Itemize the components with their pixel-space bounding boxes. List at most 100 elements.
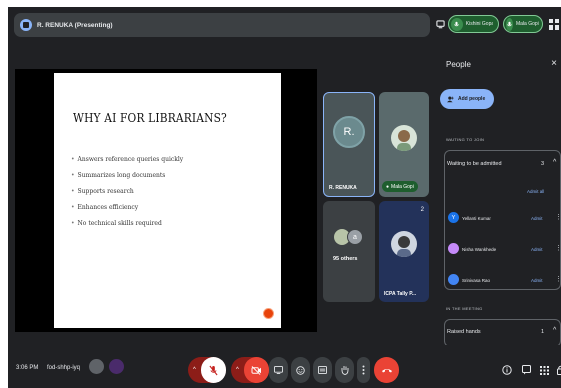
meeting-code: fod-shhp-iyq (47, 365, 81, 371)
end-call-button[interactable] (374, 357, 399, 383)
admit-button[interactable]: Admit (531, 247, 543, 252)
panel-title: People (446, 60, 471, 69)
slide-bullet-text: Supports research (77, 188, 134, 195)
captions-button[interactable] (313, 357, 332, 383)
bullet-glyph: • (71, 220, 75, 227)
avatar (391, 125, 417, 151)
speaker-chip-2[interactable]: Mala Gopi (503, 15, 543, 33)
presentation-slide: WHY AI FOR LIBRARIANS? • Answers referenc… (54, 73, 281, 328)
avatar-initial: R. (343, 126, 355, 138)
chevron-up-icon[interactable]: ^ (193, 367, 196, 373)
participant-name: R. RENUKA (329, 185, 357, 191)
slide-logo (263, 308, 274, 319)
avatar (448, 243, 459, 254)
avatar-initial: a (353, 233, 357, 241)
more-icon[interactable]: ⋮ (555, 214, 561, 221)
apps-icon[interactable] (538, 363, 550, 377)
tile-badge: 2 (420, 207, 424, 213)
chat-icon[interactable] (520, 363, 532, 377)
more-icon[interactable]: ⋮ (555, 245, 561, 252)
raised-hands-head[interactable]: Raised hands (447, 329, 481, 335)
chevron-up-icon[interactable]: ^ (553, 327, 556, 334)
slide-bullet-text: Enhances efficiency (77, 204, 139, 211)
bullet-glyph: • (71, 204, 75, 211)
avatar: a (347, 229, 363, 245)
others-count: 95 others (333, 256, 358, 262)
people-panel: People × Add people WAITING TO JOIN Wait… (435, 47, 561, 347)
slide-bullet: • Summarizes long documents (71, 168, 183, 184)
presenting-banner[interactable]: R. RENUKA (Presenting) (14, 13, 430, 37)
present-screen-button[interactable] (269, 357, 288, 383)
slide-title: WHY AI FOR LIBRARIANS? (73, 110, 227, 125)
participant-tile-renuka[interactable]: R. R. RENUKA (323, 92, 375, 197)
avatar: R. (333, 116, 365, 148)
waiting-count: 3 (541, 161, 545, 167)
meet-window: R. RENUKA (Presenting) Kishini Gopalakri… (8, 7, 561, 388)
slide-bullet-text: Answers reference queries quickly (77, 156, 184, 163)
raised-hands-box: Raised hands 1 ^ (444, 319, 561, 347)
avatar (89, 359, 104, 374)
chevron-up-icon[interactable]: ^ (236, 367, 239, 373)
more-icon (362, 365, 365, 375)
present-screen-icon (274, 366, 283, 374)
speaking-badge: ● Mala Gopi (382, 181, 418, 192)
speaker-chip-1[interactable]: Kishini Gopalakrishna (448, 15, 499, 33)
participant-tile-mala[interactable]: ● Mala Gopi (379, 92, 429, 197)
mic-off-icon (209, 365, 218, 375)
waiting-name: Srinivasa Rao (462, 278, 491, 283)
presenting-label: R. RENUKA (Presenting) (37, 21, 113, 29)
participant-tile-icpa[interactable]: 2 ICPA Tally P... (379, 201, 429, 302)
others-tile[interactable]: a 95 others (323, 201, 375, 302)
admit-all-button[interactable]: Admit all (527, 189, 544, 194)
add-person-icon (447, 96, 454, 102)
raised-hands-count: 1 (541, 329, 545, 335)
admit-button[interactable]: Admit (531, 278, 543, 283)
slide-bullets: • Answers reference queries quickly • Summ… (71, 152, 183, 232)
slide-bullet: • Supports research (71, 184, 183, 200)
bottom-bar: 3:06 PM fod-shhp-iyq ^ ^ (8, 345, 561, 388)
chevron-up-icon[interactable]: ^ (553, 159, 556, 166)
waiting-head[interactable]: Waiting to be admitted (447, 161, 502, 167)
close-icon[interactable]: × (551, 58, 557, 69)
in-meeting-section-label: IN THE MEETING (446, 306, 483, 311)
avatar: Y (448, 212, 459, 223)
slide-bullet: • Answers reference queries quickly (71, 152, 183, 168)
admit-button[interactable]: Admit (531, 216, 543, 221)
waiting-section-label: WAITING TO JOIN (446, 137, 485, 142)
pin-icon[interactable] (434, 17, 446, 31)
info-icon[interactable] (501, 363, 513, 377)
end-call-icon (381, 369, 392, 373)
mic-on-icon (506, 17, 513, 31)
mic-control[interactable]: ^ (188, 357, 226, 383)
camera-off-button[interactable] (244, 357, 269, 383)
avatar (391, 231, 417, 257)
avatar-initial: Y (451, 214, 456, 221)
captions-icon (318, 366, 327, 374)
more-options-button[interactable] (357, 357, 370, 383)
slide-bullet: • Enhances efficiency (71, 200, 183, 216)
meeting-time: 3:06 PM (16, 365, 39, 371)
waiting-name: Yellanti Kumar (462, 216, 491, 221)
add-people-label: Add people (458, 96, 486, 102)
host-controls-icon[interactable] (554, 363, 561, 377)
camera-control[interactable]: ^ (231, 357, 269, 383)
emoji-button[interactable] (291, 357, 310, 383)
participant-name: ICPA Tally P... (384, 291, 417, 297)
speaker-chip-1-label: Kishini Gopalakrishna (465, 21, 493, 27)
raise-hand-button[interactable] (335, 357, 354, 383)
waiting-name: Nisha Wankhede (462, 247, 497, 252)
emoji-icon (296, 365, 305, 375)
mic-on-icon: ● (386, 183, 390, 190)
speaker-chip-2-label: Mala Gopi (516, 21, 539, 27)
layout-icon[interactable] (548, 17, 560, 31)
avatar (448, 274, 459, 285)
present-icon (20, 19, 32, 31)
camera-off-icon (251, 365, 261, 375)
mic-off-button[interactable] (201, 357, 226, 383)
presentation-stage: WHY AI FOR LIBRARIANS? • Answers referenc… (15, 69, 317, 332)
more-icon[interactable]: ⋮ (555, 276, 561, 283)
add-people-button[interactable]: Add people (440, 89, 494, 109)
bullet-glyph: • (71, 188, 75, 195)
slide-bullet: • No technical skills required (71, 216, 183, 232)
slide-bullet-text: Summarizes long documents (77, 172, 166, 179)
